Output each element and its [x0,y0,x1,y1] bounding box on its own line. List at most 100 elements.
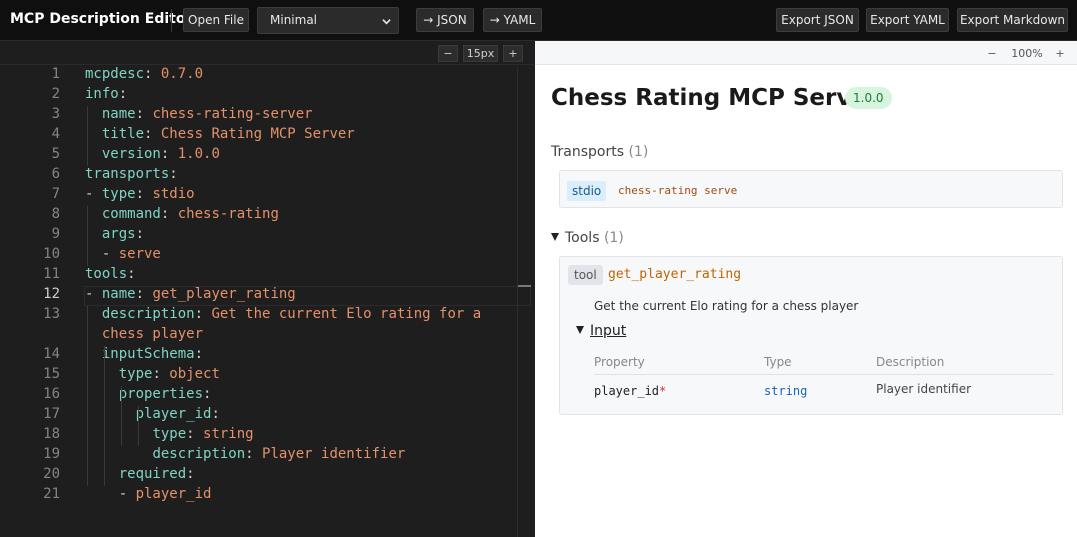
open-file-button[interactable]: Open File [183,8,249,32]
code-token: - [85,246,119,262]
code-line: player_id: [85,406,220,422]
property-description: Player identifier [876,382,972,396]
code-token: type [152,426,187,442]
code-token: Player identifier [262,446,406,462]
code-token: description [152,446,246,462]
export-yaml-button[interactable]: Export YAML [866,8,949,32]
code-line: - name: get_player_rating [85,286,296,302]
code-line: - serve [85,246,161,262]
line-number: 14 [43,346,60,362]
code-token: required [118,466,187,482]
transports-count: (1) [628,144,649,160]
property-name: player_id* [594,384,666,398]
code-line: required: [85,466,195,482]
code-token: type [101,186,136,202]
code-token: : [144,66,161,82]
code-token: player_id [135,486,212,502]
yaml-editor-pane: − 15px + 1 mcpdesc: 0.7.0 2 info: 3 name: ch… [0,41,535,537]
code-line: type: string [85,426,253,442]
tool-kind-chip: tool [568,265,603,285]
font-increase-button[interactable]: + [503,45,523,62]
zoom-in-button[interactable]: + [1051,45,1069,62]
code-token: properties [118,386,204,402]
export-markdown-button[interactable]: Export Markdown [957,8,1068,32]
code-line: name: chess-rating-server [85,106,313,122]
toolbar-divider [171,9,172,32]
code-token: transports [85,166,170,182]
server-title: Chess Rating MCP Server [551,85,879,111]
tools-heading[interactable]: Tools (1) [551,230,624,246]
code-line: chess player [85,326,203,342]
column-header-type: Type [764,355,792,369]
code-token: stdio [152,186,195,202]
indent-guide [87,306,88,486]
line-number: 2 [51,86,60,102]
zoom-out-button[interactable]: − [983,45,1001,62]
code-token: description [101,306,195,322]
code-token: : [245,446,263,462]
code-line: type: object [85,366,220,382]
line-number: 4 [51,126,60,142]
collapse-triangle-icon [576,326,584,334]
preset-select[interactable]: Minimal [257,7,399,34]
code-token: name [101,106,136,122]
convert-to-json-button[interactable]: → JSON [416,8,474,32]
convert-to-yaml-button[interactable]: → YAML [483,8,542,32]
line-number: 1 [51,66,60,82]
input-section-toggle[interactable]: Input [576,323,626,339]
scrollbar-cursor-marker [518,285,531,287]
required-marker: * [659,384,667,398]
code-token: version [101,146,161,162]
code-line: info: [85,86,127,102]
line-number: 10 [43,246,60,262]
code-line: mcpdesc: 0.7.0 [85,66,203,82]
tools-heading-label: Tools [565,230,600,246]
line-number: 21 [43,486,60,502]
code-line: description: Player identifier [85,446,405,462]
column-header-property: Property [594,355,645,369]
zoom-level: 100% [1011,47,1043,60]
line-number: 12 [43,286,60,302]
code-line: inputSchema: [85,346,203,362]
code-line: version: 1.0.0 [85,146,220,162]
code-token: Get the current Elo rating for a [211,306,482,322]
code-token: get_player_rating [152,286,296,302]
font-decrease-button[interactable]: − [438,45,458,62]
preview-pane: − 100% + Chess Rating MCP Server 1.0.0 T… [535,41,1077,537]
code-token: : [169,166,178,182]
transports-heading-label: Transports [551,144,624,160]
line-number: 13 [43,306,60,322]
export-json-button[interactable]: Export JSON [776,8,859,32]
line-number: 6 [51,166,60,182]
code-token: : [211,406,220,422]
code-token: player_id [135,406,212,422]
line-number: 8 [51,206,60,222]
code-token: : [194,346,204,362]
editor-scrollbar-track[interactable] [517,66,518,537]
code-line: title: Chess Rating MCP Server [85,126,355,142]
line-number: 20 [43,466,60,482]
property-name-text: player_id [594,384,660,398]
line-number: 19 [43,446,60,462]
code-token: - [85,286,102,302]
code-token: command [101,206,161,222]
preset-select-value: Minimal [270,13,318,27]
line-number: 9 [51,226,60,242]
code-token: 0.7.0 [160,66,204,82]
code-token: args [101,226,136,242]
code-token: Chess Rating MCP Server [160,126,355,142]
code-token: : [160,206,178,222]
line-number: 11 [43,266,60,282]
code-token: : [144,126,161,142]
indent-guide [87,206,88,266]
property-type: string [764,384,808,398]
line-number: 18 [43,426,60,442]
code-token: : [186,466,195,482]
app-title: MCP Description Editor [10,11,193,27]
tool-name: get_player_rating [608,267,742,282]
code-token: mcpdesc [85,66,145,82]
code-token: info [85,86,119,102]
